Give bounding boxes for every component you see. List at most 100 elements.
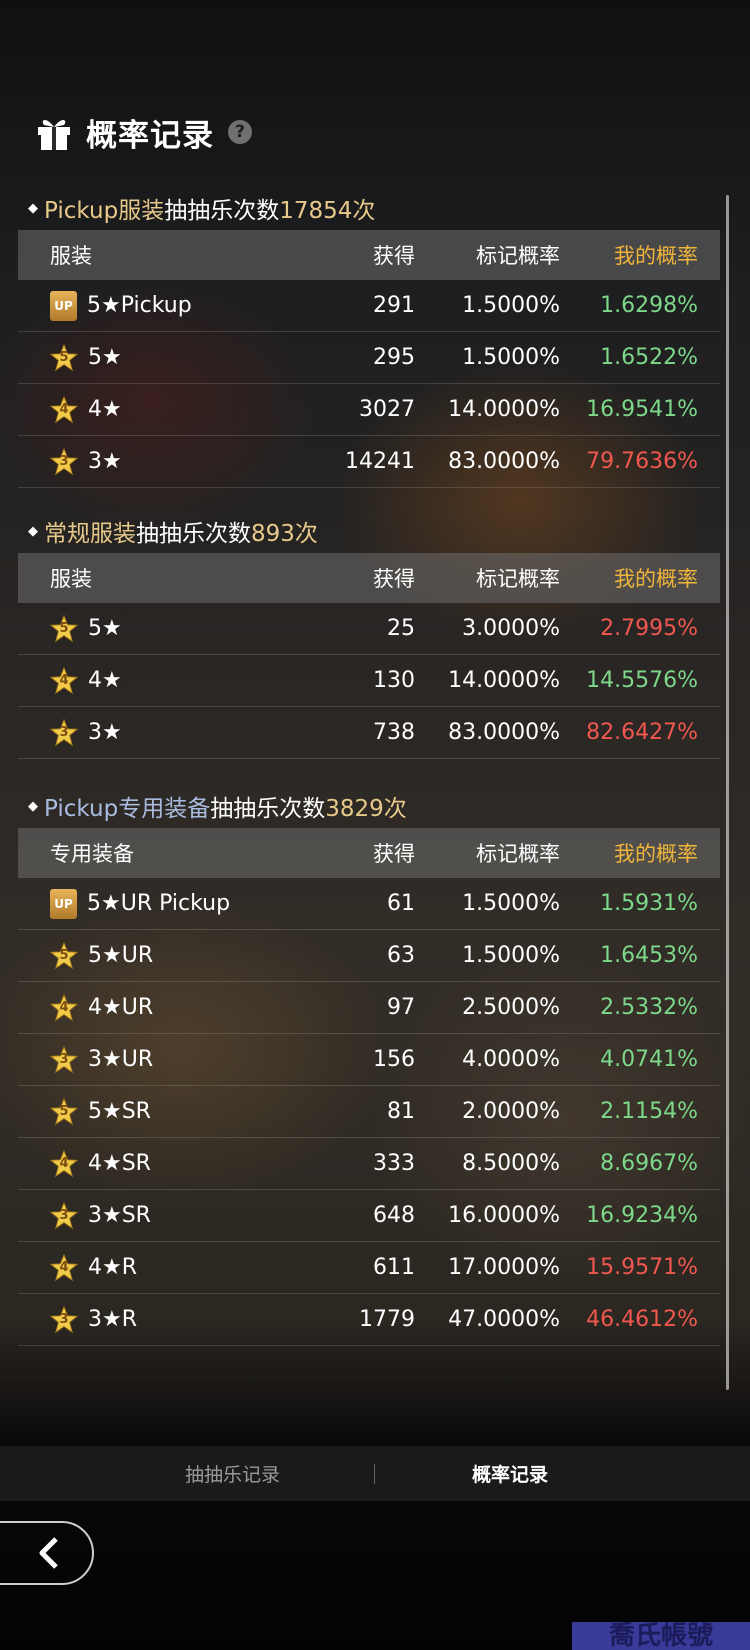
table-header: 服装 获得 标记概率 我的概率 <box>18 553 720 603</box>
star-badge-number: 4 <box>59 1000 69 1015</box>
row-name: UP 5★UR Pickup <box>18 888 315 919</box>
section-title: ◆ 常规服装 抽抽乐次数 893次 <box>18 509 720 553</box>
star-badge-number: 4 <box>59 673 69 688</box>
row-rate: 16.0000% <box>448 1203 560 1228</box>
star-badge-number: 5 <box>59 1104 69 1119</box>
star-badge: 3 <box>50 1045 88 1075</box>
row-got: 295 <box>373 345 415 370</box>
row-my-rate: 46.4612% <box>586 1307 698 1332</box>
col-header-name: 服装 <box>50 567 92 591</box>
row-name: 3 3★UR <box>18 1045 315 1075</box>
row-rate: 8.5000% <box>462 1151 560 1176</box>
row-got: 738 <box>373 720 415 745</box>
table-row: 4 4★UR 97 2.5000% 2.5332% <box>18 982 720 1034</box>
page-title: 概率记录 <box>86 117 214 154</box>
star-badge: 3 <box>50 718 88 748</box>
section-title-count: 3829次 <box>325 796 407 822</box>
row-my-rate: 1.5931% <box>600 891 698 916</box>
col-header-name: 专用装备 <box>50 842 134 866</box>
star-badge-number: 3 <box>59 454 69 469</box>
star-badge-number: 3 <box>59 725 69 740</box>
row-got: 81 <box>387 1099 415 1124</box>
row-name: UP 5★Pickup <box>18 290 315 321</box>
col-header-mine: 我的概率 <box>614 842 698 866</box>
row-got: 14241 <box>345 449 415 474</box>
row-my-rate: 4.0741% <box>600 1047 698 1072</box>
section-title-category: Pickup服装 <box>44 198 165 224</box>
section-title-category: 常规服装 <box>44 521 136 547</box>
row-name-text: 3★R <box>88 1307 138 1332</box>
row-name-text: 3★SR <box>88 1203 151 1228</box>
section-3: ◆ Pickup专用装备 抽抽乐次数 3829次 专用装备 获得 标记概率 我的… <box>18 784 720 1346</box>
row-rate: 83.0000% <box>448 720 560 745</box>
row-my-rate: 8.6967% <box>600 1151 698 1176</box>
back-arrow-icon <box>39 1537 58 1569</box>
star-badge: 3 <box>50 1201 88 1231</box>
row-rate: 1.5000% <box>462 345 560 370</box>
row-name: 3 3★ <box>18 447 315 477</box>
table-row: 3 3★ 14241 83.0000% 79.7636% <box>18 436 720 488</box>
row-got: 333 <box>373 1151 415 1176</box>
row-rate: 4.0000% <box>462 1047 560 1072</box>
col-header-got: 获得 <box>373 244 415 268</box>
star-badge-number: 5 <box>59 948 69 963</box>
table-row: 3 3★ 738 83.0000% 82.6427% <box>18 707 720 759</box>
row-got: 291 <box>373 293 415 318</box>
back-button[interactable] <box>0 1521 94 1585</box>
help-icon[interactable]: ? <box>228 120 252 144</box>
col-header-rate: 标记概率 <box>476 567 560 591</box>
star-badge-number: 3 <box>59 1312 69 1327</box>
row-rate: 3.0000% <box>462 616 560 641</box>
section-title: ◆ Pickup专用装备 抽抽乐次数 3829次 <box>18 784 720 828</box>
row-my-rate: 1.6298% <box>600 293 698 318</box>
tab-divider <box>374 1463 375 1484</box>
section-1: ◆ Pickup服装 抽抽乐次数 17854次 服装 获得 标记概率 我的概率 … <box>18 186 720 488</box>
col-header-rate: 标记概率 <box>476 244 560 268</box>
table-header: 专用装备 获得 标记概率 我的概率 <box>18 828 720 878</box>
row-rate: 17.0000% <box>448 1255 560 1280</box>
row-name: 4 4★UR <box>18 993 315 1023</box>
section-title: ◆ Pickup服装 抽抽乐次数 17854次 <box>18 186 720 230</box>
scrollbar[interactable] <box>726 195 729 1390</box>
section-title-count: 17854次 <box>279 198 376 224</box>
col-header-name: 服装 <box>50 244 92 268</box>
row-name: 3 3★R <box>18 1305 315 1335</box>
row-got: 130 <box>373 668 415 693</box>
col-header-mine: 我的概率 <box>614 567 698 591</box>
star-badge: 4 <box>50 993 88 1023</box>
row-my-rate: 2.7995% <box>600 616 698 641</box>
bottom-tab-bar: 抽抽乐记录 概率记录 <box>0 1446 750 1501</box>
row-rate: 47.0000% <box>448 1307 560 1332</box>
row-name-text: 3★ <box>88 449 122 474</box>
row-my-rate: 2.1154% <box>600 1099 698 1124</box>
star-badge: 5 <box>50 343 88 373</box>
section-2: ◆ 常规服装 抽抽乐次数 893次 服装 获得 标记概率 我的概率 5 5★ 25… <box>18 509 720 759</box>
star-badge: 5 <box>50 1097 88 1127</box>
col-header-mine: 我的概率 <box>614 244 698 268</box>
row-rate: 1.5000% <box>462 293 560 318</box>
row-got: 63 <box>387 943 415 968</box>
section-title-label: 抽抽乐次数 <box>210 796 326 822</box>
table-row: 4 4★ 3027 14.0000% 16.9541% <box>18 384 720 436</box>
row-my-rate: 15.9571% <box>586 1255 698 1280</box>
star-badge: 4 <box>50 1253 88 1283</box>
star-badge-number: 5 <box>59 621 69 636</box>
row-my-rate: 16.9541% <box>586 397 698 422</box>
row-name: 5 5★UR <box>18 941 315 971</box>
row-my-rate: 14.5576% <box>586 668 698 693</box>
row-rate: 83.0000% <box>448 449 560 474</box>
row-name-text: 3★ <box>88 720 122 745</box>
table-row: 4 4★R 611 17.0000% 15.9571% <box>18 1242 720 1294</box>
star-badge: 3 <box>50 447 88 477</box>
row-got: 25 <box>387 616 415 641</box>
row-name-text: 4★SR <box>88 1151 151 1176</box>
row-name: 4 4★R <box>18 1253 315 1283</box>
row-got: 648 <box>373 1203 415 1228</box>
row-rate: 2.5000% <box>462 995 560 1020</box>
row-name: 5 5★SR <box>18 1097 315 1127</box>
tab-rate-record[interactable]: 概率记录 <box>472 1460 548 1487</box>
row-name: 5 5★ <box>18 614 315 644</box>
watermark: 喬氏帳號 <box>572 1622 750 1650</box>
tab-draw-record[interactable]: 抽抽乐记录 <box>185 1460 280 1487</box>
row-got: 611 <box>373 1255 415 1280</box>
